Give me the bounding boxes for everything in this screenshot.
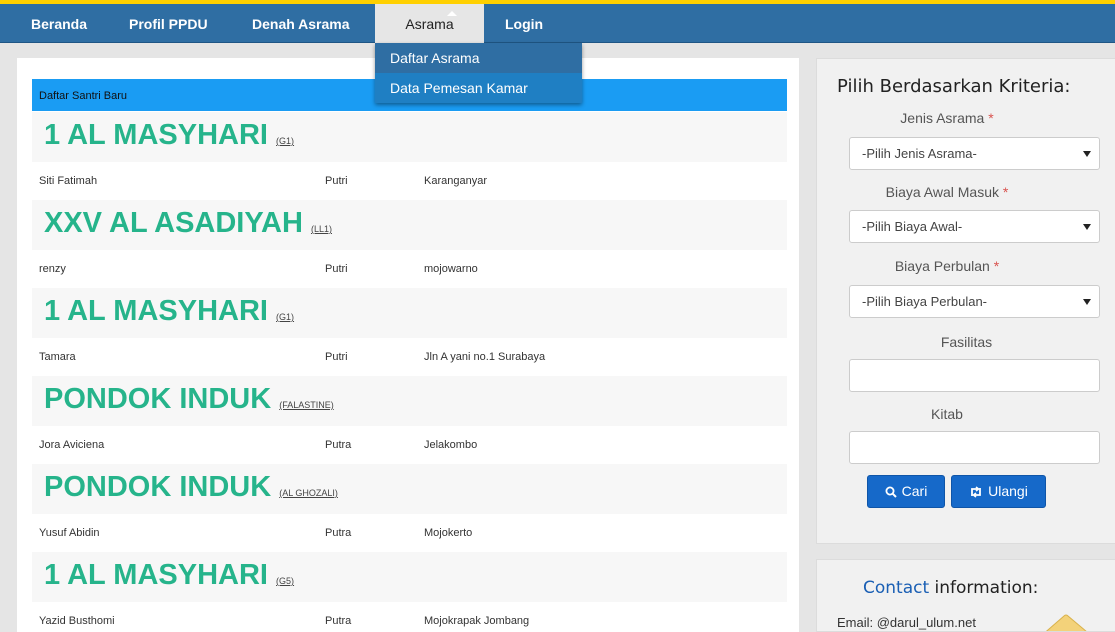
dorm-name: PONDOK INDUK (FALASTINE) (44, 383, 334, 416)
nav-denah-asrama[interactable]: Denah Asrama (252, 4, 350, 43)
contact-panel: Contact information: Email: @darul_ulum.… (816, 559, 1115, 632)
contact-title-highlight: Contact (863, 578, 930, 598)
contact-title-rest: information: (934, 578, 1039, 598)
dorm-name: 1 AL MASYHARI (G5) (44, 559, 294, 592)
select-arrow-icon (1083, 151, 1091, 157)
biaya-perbulan-label: Biaya Perbulan * (817, 258, 1077, 274)
student-name: Tamara (39, 351, 76, 363)
filter-title: Pilih Berdasarkan Kriteria: (837, 76, 1071, 97)
table-row: Jora Aviciena Putra Jelakombo (32, 426, 787, 464)
student-name: Yusuf Abidin (39, 527, 100, 539)
criteria-filter-panel: Pilih Berdasarkan Kriteria: Jenis Asrama… (816, 58, 1115, 544)
jenis-asrama-value: -Pilih Jenis Asrama- (862, 146, 977, 161)
dorm-name: PONDOK INDUK (AL GHOZALI) (44, 471, 338, 504)
student-name: Jora Aviciena (39, 439, 105, 451)
envelope-icon (1045, 614, 1087, 631)
student-gender: Putri (325, 263, 348, 275)
student-address: Mojokerto (424, 527, 473, 539)
nav-profil-ppdu[interactable]: Profil PPDU (129, 4, 208, 43)
menu-item-data-pemesan-kamar[interactable]: Data Pemesan Kamar (375, 73, 582, 103)
required-mark: * (1002, 184, 1009, 200)
contact-email: Email: @darul_ulum.net (837, 615, 976, 630)
dorm-heading-row: 1 AL MASYHARI (G1) (32, 112, 787, 162)
student-gender: Putra (325, 615, 352, 627)
jenis-asrama-label-text: Jenis Asrama (900, 110, 985, 126)
biaya-perbulan-value: -Pilih Biaya Perbulan- (862, 294, 988, 309)
contact-title: Contact information: (863, 578, 1038, 598)
biaya-awal-label-text: Biaya Awal Masuk (885, 184, 999, 200)
dorm-heading-row: 1 AL MASYHARI (G1) (32, 288, 787, 338)
student-gender: Putra (325, 439, 352, 451)
fasilitas-label: Fasilitas (940, 334, 993, 350)
reset-button-label: Ulangi (988, 483, 1028, 499)
dorm-name: 1 AL MASYHARI (G1) (44, 295, 294, 328)
reset-button[interactable]: Ulangi (951, 475, 1046, 508)
biaya-perbulan-select[interactable]: -Pilih Biaya Perbulan- (849, 285, 1100, 318)
student-address: Jelakombo (424, 439, 478, 451)
table-row: Siti Fatimah Putri Karanganyar (32, 162, 787, 200)
student-name: Siti Fatimah (39, 175, 98, 187)
required-mark: * (988, 110, 994, 126)
dorm-name: 1 AL MASYHARI (G1) (44, 119, 294, 152)
nav-asrama[interactable]: Asrama (375, 4, 484, 43)
search-button[interactable]: Cari (867, 475, 945, 508)
student-name: renzy (39, 263, 66, 275)
biaya-awal-value: -Pilih Biaya Awal- (862, 219, 963, 234)
dorm-heading-row: 1 AL MASYHARI (G5) (32, 552, 787, 602)
dorm-code: (G5) (276, 576, 295, 586)
caret-up-icon (447, 11, 457, 16)
dorm-name: XXV AL ASADIYAH (LL1) (44, 207, 332, 240)
asrama-dropdown-menu: Daftar Asrama Data Pemesan Kamar (375, 43, 582, 103)
dorm-name-text: PONDOK INDUK (44, 383, 272, 415)
student-address: Mojokrapak Jombang (424, 615, 530, 627)
student-name: Yazid Busthomi (39, 615, 115, 627)
menu-item-daftar-asrama[interactable]: Daftar Asrama (375, 43, 582, 73)
student-gender: Putri (325, 175, 348, 187)
student-gender: Putri (325, 351, 348, 363)
jenis-asrama-label: Jenis Asrama * (817, 110, 1077, 126)
nav-login[interactable]: Login (505, 4, 543, 43)
table-row: Tamara Putri Jln A yani no.1 Surabaya (32, 338, 787, 376)
search-icon (885, 486, 897, 498)
jenis-asrama-select[interactable]: -Pilih Jenis Asrama- (849, 137, 1100, 170)
table-row: Yazid Busthomi Putra Mojokrapak Jombang (32, 602, 787, 632)
dorm-code: (G1) (276, 136, 295, 146)
top-navbar: Beranda Profil PPDU Denah Asrama Asrama … (0, 4, 1115, 43)
dorm-name-text: 1 AL MASYHARI (44, 119, 268, 151)
student-gender: Putra (325, 527, 352, 539)
biaya-perbulan-label-text: Biaya Perbulan (894, 258, 990, 274)
required-mark: * (993, 258, 1000, 274)
dorm-name-text: 1 AL MASYHARI (44, 295, 268, 327)
kitab-label: Kitab (931, 406, 963, 422)
dorm-heading-row: PONDOK INDUK (AL GHOZALI) (32, 464, 787, 514)
kitab-input[interactable] (849, 431, 1100, 464)
nav-beranda[interactable]: Beranda (31, 4, 87, 43)
dorm-code: (AL GHOZALI) (279, 488, 338, 498)
student-address: Karanganyar (424, 175, 487, 187)
table-row: Yusuf Abidin Putra Mojokerto (32, 514, 787, 552)
dorm-heading-row: PONDOK INDUK (FALASTINE) (32, 376, 787, 426)
select-arrow-icon (1083, 224, 1091, 230)
student-address: Jln A yani no.1 Surabaya (424, 351, 546, 363)
dorm-code: (FALASTINE) (279, 400, 334, 410)
dorm-name-text: XXV AL ASADIYAH (44, 207, 303, 239)
student-list-panel: Daftar Santri Baru 1 AL MASYHARI (G1) Si… (17, 58, 799, 632)
select-arrow-icon (1083, 299, 1091, 305)
biaya-awal-label: Biaya Awal Masuk * (817, 184, 1077, 200)
biaya-awal-select[interactable]: -Pilih Biaya Awal- (849, 210, 1100, 243)
dorm-heading-row: XXV AL ASADIYAH (LL1) (32, 200, 787, 250)
table-row: renzy Putri mojowarno (32, 250, 787, 288)
dorm-code: (G1) (276, 312, 295, 322)
dorm-name-text: 1 AL MASYHARI (44, 559, 268, 591)
dorm-code: (LL1) (310, 224, 332, 234)
nav-asrama-label: Asrama (405, 16, 454, 32)
retweet-icon (971, 486, 982, 498)
fasilitas-input[interactable] (849, 359, 1100, 392)
search-button-label: Cari (901, 483, 928, 499)
student-address: mojowarno (424, 263, 478, 275)
dorm-name-text: PONDOK INDUK (44, 471, 272, 503)
